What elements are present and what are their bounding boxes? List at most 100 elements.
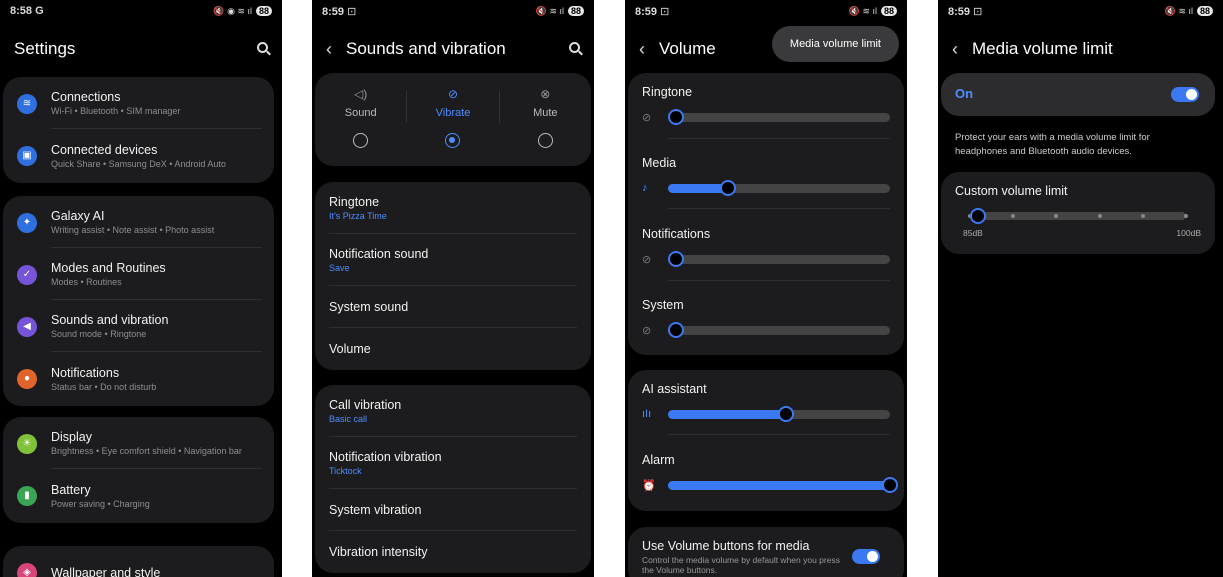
volume-slider-track[interactable] <box>668 322 890 338</box>
master-switch-row[interactable]: On <box>941 73 1215 116</box>
use-volume-buttons-row[interactable]: Use Volume buttons for media Control the… <box>628 527 904 577</box>
settings-group: ◈ Wallpaper and style <box>3 546 274 577</box>
status-time: 8:59 <box>948 5 971 18</box>
notification-off-icon: ⊘ <box>642 254 652 266</box>
sound-settings-card: Ringtone It's Pizza Time Notification soun… <box>315 182 591 370</box>
vibrate-icon: ⊘ <box>447 87 459 101</box>
chevron-left-icon: ‹ <box>326 38 332 59</box>
list-item-title: Vibration intensity <box>329 545 428 559</box>
settings-item-subtitle: Sound mode • Ringtone <box>51 329 147 339</box>
sound-mode-option[interactable]: ⊗ Mute <box>500 73 591 148</box>
search-button[interactable] <box>257 40 268 58</box>
settings-item-title: Battery <box>51 482 91 497</box>
volume-slider-track[interactable] <box>668 405 890 422</box>
volume-slider-track[interactable] <box>668 251 890 267</box>
settings-item-subtitle: Status bar • Do not disturb <box>51 381 157 392</box>
search-icon <box>257 42 268 53</box>
volume-slider-track[interactable] <box>668 477 898 493</box>
media-volume-limit-menu-item[interactable]: Media volume limit <box>771 26 899 62</box>
volume-slider-label: Media <box>642 156 677 170</box>
volume-slider-block: Alarm ⏰ <box>642 453 898 493</box>
volume-slider-track[interactable] <box>668 109 890 125</box>
volume-slider-label: System <box>642 298 684 312</box>
back-button[interactable]: ‹ <box>952 39 958 60</box>
list-item-title: System sound <box>329 299 409 314</box>
volume-screen: 8:59 ⊡ 🔇 ≋ ıl 88 ‹ Volume Media volume li… <box>625 0 907 577</box>
volume-slider-fill <box>668 409 786 419</box>
switch-label: On <box>955 86 974 101</box>
battery-badge: 88 <box>567 6 584 16</box>
settings-item-subtitle: Modes • Routines <box>51 277 122 287</box>
settings-item[interactable]: ▮ Battery Power saving • Charging <box>3 470 274 521</box>
settings-item[interactable]: ◈ Wallpaper and style <box>3 547 274 577</box>
page-title: Media volume limit <box>972 39 1113 58</box>
list-item-title: Ringtone <box>329 194 380 209</box>
sound-mode-radio[interactable] <box>445 133 461 148</box>
list-item-value: Ticktock <box>329 465 362 476</box>
volume-slider-thumb[interactable] <box>668 251 684 267</box>
page-title: Sounds and vibration <box>346 39 506 58</box>
devices-icon: ▣ <box>17 145 37 166</box>
settings-item[interactable]: ✦ Galaxy AI Writing assist • Note assist •… <box>3 197 274 248</box>
settings-item[interactable]: ≋ Connections Wi-Fi • Bluetooth • SIM mana… <box>3 78 274 129</box>
settings-list-item[interactable]: Notification vibration Ticktock <box>329 437 577 489</box>
volume-slider-row: ⊘ <box>642 322 890 338</box>
settings-list-item[interactable]: System sound <box>329 286 577 328</box>
slider-step-dot <box>1011 214 1016 218</box>
volume-slider-track[interactable] <box>668 179 890 196</box>
sound-icon: ◁) <box>354 87 368 101</box>
sound-mode-radio[interactable] <box>537 133 553 148</box>
volume-slider-thumb[interactable] <box>668 109 684 125</box>
settings-list-item[interactable]: Ringtone It's Pizza Time <box>329 182 577 234</box>
status-time: 8:59 <box>635 5 658 18</box>
custom-limit-card: Custom volume limit 85dB 100dB <box>941 172 1215 254</box>
list-item-title: Volume <box>329 342 371 356</box>
settings-item[interactable]: ● Notifications Status bar • Do not distur… <box>3 353 274 404</box>
settings-list-item[interactable]: Notification sound Save <box>329 234 577 286</box>
settings-list-item[interactable]: Call vibration Basic call <box>329 385 577 437</box>
list-item-value: Basic call <box>329 413 368 424</box>
volume-slider-thumb[interactable] <box>777 405 794 422</box>
sound-mode-label: Vibrate <box>435 107 471 119</box>
volume-slider-row: ıIı <box>642 405 890 422</box>
custom-limit-slider[interactable] <box>968 208 1188 224</box>
settings-item-text: Connected devices Quick Share • Samsung D… <box>51 130 262 181</box>
volume-slider-thumb[interactable] <box>668 322 684 338</box>
status-icons: 🔇 ◉ ≋ ıl <box>213 5 252 16</box>
volume-slider-thumb[interactable] <box>719 179 736 196</box>
status-time: 8:59 <box>322 5 345 18</box>
settings-item-text: Modes and Routines Modes • Routines <box>51 249 262 300</box>
search-button[interactable] <box>569 40 580 58</box>
screenshot-icon: ⊡ <box>347 5 357 18</box>
sound-mode-option[interactable]: ◁) Sound <box>315 73 406 148</box>
settings-item[interactable]: ✓ Modes and Routines Modes • Routines <box>3 249 274 300</box>
sound-mode-radio[interactable] <box>353 133 369 148</box>
settings-item[interactable]: ☀ Display Brightness • Eye comfort shield … <box>3 418 274 469</box>
volume-slider-row: ⊘ <box>642 251 890 267</box>
custom-limit-thumb[interactable] <box>970 208 986 224</box>
back-button[interactable]: ‹ <box>639 39 645 60</box>
list-item-title: Notification sound <box>329 246 429 261</box>
master-switch-toggle[interactable] <box>1171 87 1199 102</box>
volume-slider-thumb[interactable] <box>882 477 898 493</box>
use-volume-buttons-toggle[interactable] <box>852 549 880 564</box>
settings-item-text: Sounds and vibration Sound mode • Rington… <box>51 301 262 352</box>
settings-list-item[interactable]: Vibration intensity <box>329 531 577 573</box>
settings-item[interactable]: ◀ Sounds and vibration Sound mode • Ringto… <box>3 301 274 352</box>
sound-mode-option[interactable]: ⊘ Vibrate <box>407 73 498 148</box>
back-button[interactable]: ‹ <box>326 39 332 60</box>
settings-item[interactable]: ▣ Connected devices Quick Share • Samsung … <box>3 130 274 181</box>
volume-card-secondary: AI assistant ıIı Alarm ⏰ <box>628 370 904 511</box>
settings-item-text: Connections Wi-Fi • Bluetooth • SIM manag… <box>51 78 262 129</box>
sparkle-icon: ✦ <box>17 212 37 233</box>
settings-group: ✦ Galaxy AI Writing assist • Note assist •… <box>3 196 274 406</box>
settings-list-item[interactable]: Volume <box>329 328 577 370</box>
settings-group: ☀ Display Brightness • Eye comfort shield … <box>3 417 274 523</box>
vibrate-icon: ⊘ <box>642 112 652 124</box>
sounds-screen: 8:59 ⊡ 🔇 ≋ ıl 88 ‹ Sounds and vibration ◁… <box>312 0 594 577</box>
settings-list-item[interactable]: System vibration <box>329 489 577 531</box>
battery-icon: ▮ <box>17 485 37 506</box>
status-google: G <box>35 5 44 17</box>
speaker-icon: ◀ <box>17 316 37 337</box>
volume-slider-label: AI assistant <box>642 382 707 396</box>
